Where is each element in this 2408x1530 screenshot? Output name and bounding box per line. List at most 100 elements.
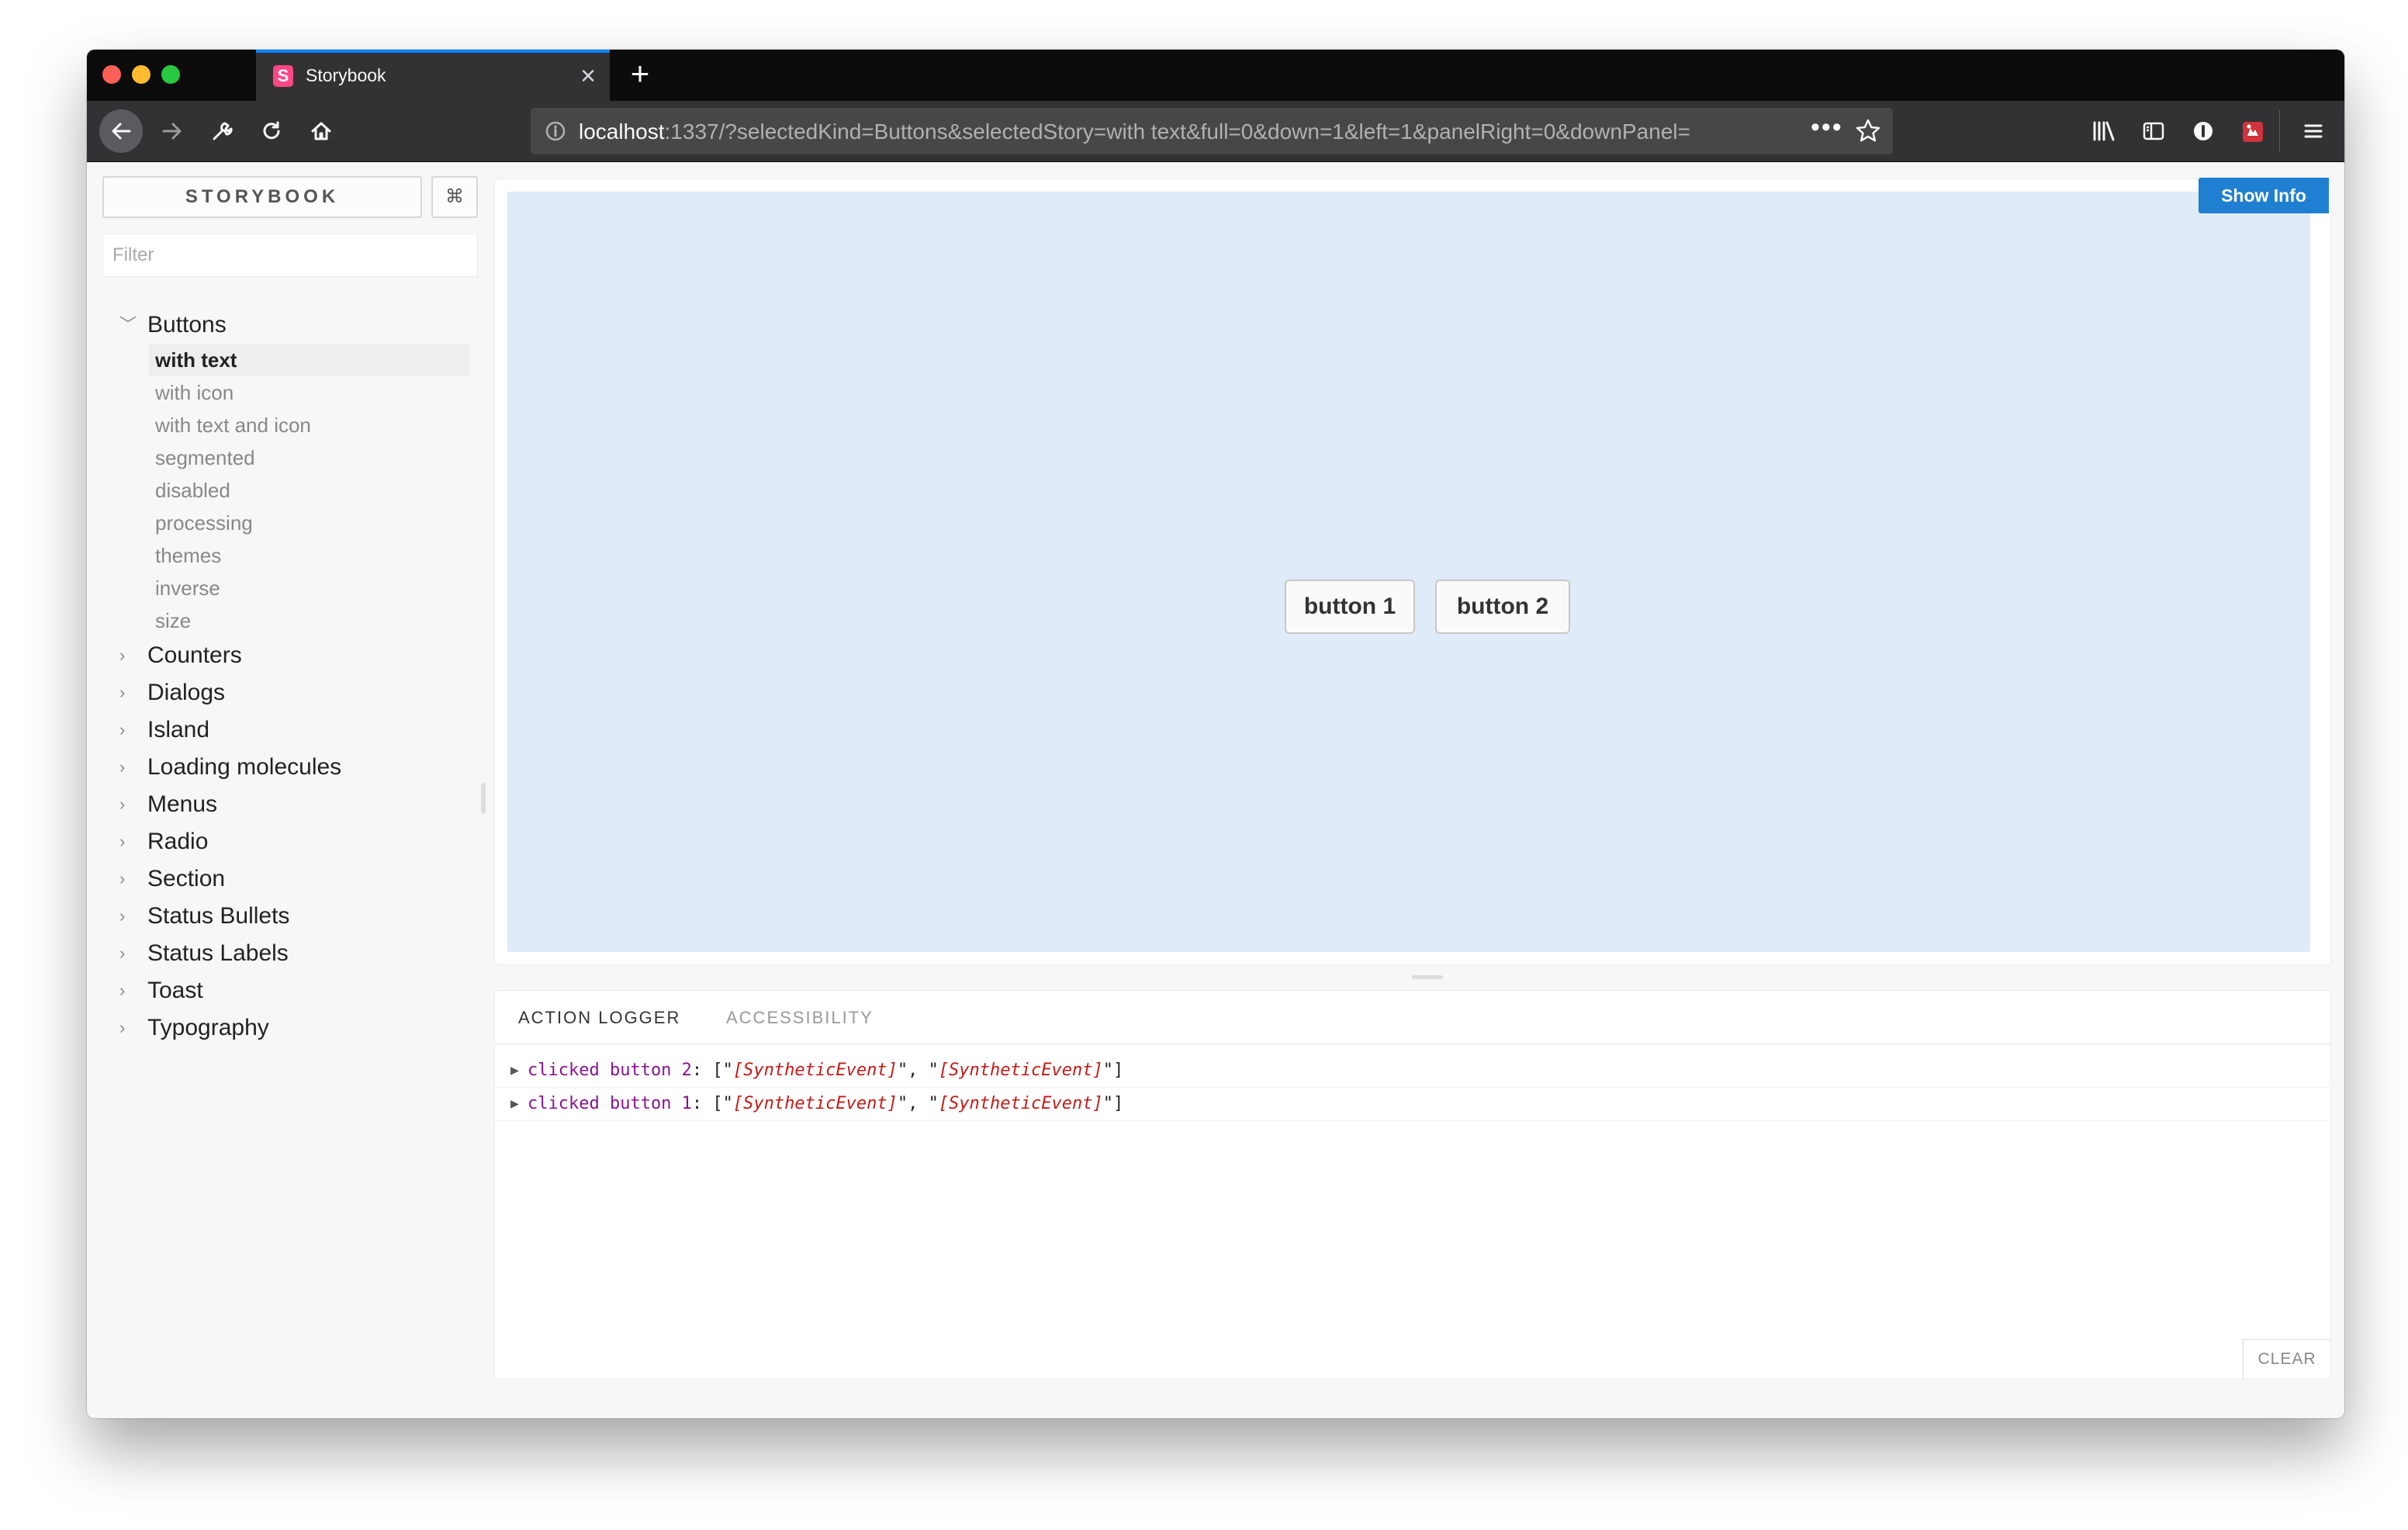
log-arg: [SyntheticEvent] [732,1061,898,1080]
log-entry[interactable]: ▶ clicked button 1: ["[SyntheticEvent]",… [495,1088,2330,1121]
kind-label: Buttons [147,312,227,338]
sidebar-icon [2143,122,2164,140]
chevron-right-icon: › [119,906,126,926]
url-host: localhost [579,119,665,144]
browser-tab-storybook[interactable]: S Storybook × [256,50,610,101]
kind-label: Typography [147,1015,269,1040]
close-tab-icon[interactable]: × [580,61,596,92]
url-text[interactable]: localhost:1337/?selectedKind=Buttons&sel… [579,119,1758,144]
url-bar[interactable]: localhost:1337/?selectedKind=Buttons&sel… [531,108,1893,154]
chevron-right-icon: › [119,832,126,851]
kind-label: Menus [147,791,218,817]
kind-typography[interactable]: › Typography [102,1009,478,1047]
buttons-stories-list: with text with icon with text and icon s… [102,344,478,637]
minimize-window-button[interactable] [132,65,150,84]
close-window-button[interactable] [102,65,121,84]
addon-panel: ACTION LOGGER ACCESSIBILITY ▶ clicked bu… [495,991,2330,1379]
zoom-window-button[interactable] [161,65,180,84]
back-arrow-icon [112,123,131,140]
kind-status-bullets[interactable]: › Status Bullets [102,898,478,935]
chevron-right-icon: › [119,869,126,888]
chevron-down-icon: ﹀ [119,315,137,334]
demo-button-1[interactable]: button 1 [1285,580,1415,634]
addon-button[interactable] [2231,109,2275,153]
story-with-icon[interactable]: with icon [149,376,470,409]
story-disabled[interactable]: disabled [149,474,470,507]
story-themes[interactable]: themes [149,539,470,572]
show-info-button[interactable]: Show Info [2199,178,2329,213]
reload-icon [263,121,280,140]
log-arg: [SyntheticEvent] [938,1061,1103,1080]
chevron-right-icon: › [119,1018,126,1037]
stories-tree: ﹀ Buttons with text with icon with text … [102,306,478,1047]
library-button[interactable] [2082,109,2126,153]
kind-toast[interactable]: › Toast [102,972,478,1009]
kind-dialogs[interactable]: › Dialogs [102,674,478,711]
story-inverse[interactable]: inverse [149,572,470,604]
site-info-icon[interactable] [545,120,566,142]
expand-triangle-icon[interactable]: ▶ [510,1054,519,1087]
kind-island[interactable]: › Island [102,711,478,749]
kind-label: Island [147,717,210,742]
wrench-icon [213,122,233,140]
log-arg: [SyntheticEvent] [732,1094,898,1113]
demo-button-2[interactable]: button 2 [1435,580,1570,634]
reload-button[interactable] [250,109,293,153]
forward-button[interactable] [150,109,194,153]
sidebar-resize-handle[interactable] [481,783,486,814]
browser-window: S Storybook × + localhost:1337/?selected… [87,50,2344,1418]
tab-action-logger[interactable]: ACTION LOGGER [518,1008,680,1028]
toolbar-divider [2279,110,2280,152]
library-icon [2093,121,2115,141]
page-actions-menu-icon[interactable]: ••• [1811,112,1843,143]
new-tab-plus-icon[interactable]: + [621,54,659,93]
panel-tabs: ACTION LOGGER ACCESSIBILITY [495,991,2330,1045]
kind-radio[interactable]: › Radio [102,823,478,860]
kind-label: Counters [147,642,242,668]
kind-label: Toast [147,978,203,1003]
addon-icon [2243,122,2263,142]
panel-resize-handle[interactable] [1412,975,1443,979]
bookmark-star-icon[interactable] [1854,117,1882,145]
tab-bar: S Storybook × + [87,50,2344,101]
kind-label: Dialogs [147,680,226,705]
clear-log-button[interactable]: CLEAR [2243,1339,2330,1379]
url-path: :1337/?selectedKind=Buttons&selectedStor… [664,119,1690,144]
kind-section[interactable]: › Section [102,860,478,898]
tab-title: Storybook [306,65,386,85]
kind-buttons[interactable]: ﹀ Buttons [102,306,478,344]
extension-button[interactable] [2181,109,2225,153]
developer-tools-button[interactable] [200,109,244,153]
sidebar-toggle-button[interactable] [2132,109,2175,153]
expand-triangle-icon[interactable]: ▶ [510,1088,519,1120]
keyboard-shortcuts-button[interactable]: ⌘ [431,176,478,218]
story-with-text[interactable]: with text [149,344,470,376]
kind-status-labels[interactable]: › Status Labels [102,935,478,972]
kind-counters[interactable]: › Counters [102,637,478,674]
action-log: ▶ clicked button 2: ["[SyntheticEvent]",… [495,1054,2330,1121]
preview-frame: button 1 button 2 [495,179,2330,964]
kind-label: Loading molecules [147,754,342,780]
story-segmented[interactable]: segmented [149,441,470,474]
forward-arrow-icon [162,123,182,140]
home-button[interactable] [299,109,343,153]
log-entry[interactable]: ▶ clicked button 2: ["[SyntheticEvent]",… [495,1054,2330,1088]
log-entry-text: clicked button 1: ["[SyntheticEvent]", "… [528,1094,1124,1113]
chevron-right-icon: › [119,646,126,665]
back-button[interactable] [99,109,143,153]
kind-loading-molecules[interactable]: › Loading molecules [102,749,478,786]
story-with-text-and-icon[interactable]: with text and icon [149,409,470,441]
filter-input[interactable] [102,234,478,277]
kind-menus[interactable]: › Menus [102,786,478,823]
home-icon [311,122,331,140]
tab-accessibility[interactable]: ACCESSIBILITY [726,1008,874,1028]
menu-button[interactable] [2292,109,2335,153]
log-entry-text: clicked button 2: ["[SyntheticEvent]", "… [528,1061,1124,1080]
extension-icon [2194,122,2213,140]
kind-label: Status Labels [147,940,289,966]
story-processing[interactable]: processing [149,507,470,539]
storybook-title-button[interactable]: STORYBOOK [102,176,422,218]
kind-label: Radio [147,829,209,854]
story-size[interactable]: size [149,604,470,637]
log-arg: [SyntheticEvent] [938,1094,1103,1113]
